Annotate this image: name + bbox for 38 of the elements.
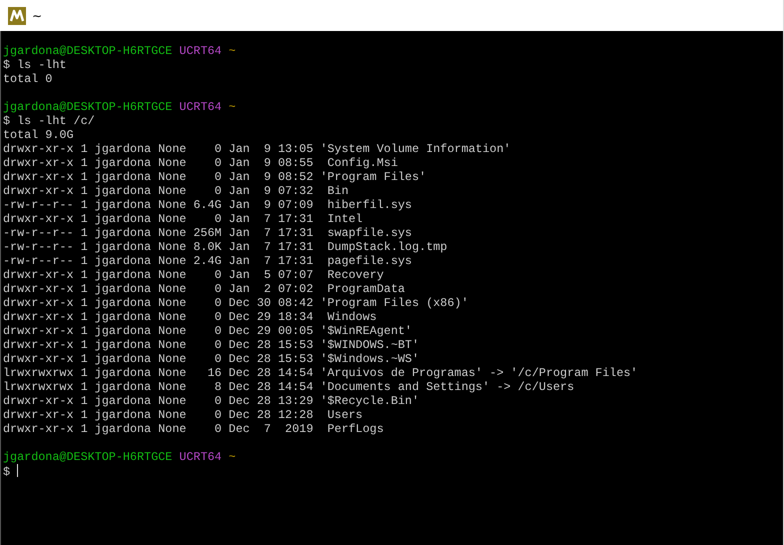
output-line: drwxr-xr-x 1 jgardona None 0 Dec 29 18:34 Windows [3, 310, 377, 324]
output-line: -rw-r--r-- 1 jgardona None 256M Jan 7 17:31 swapfile.sys [3, 226, 412, 240]
output-line: total 9.0G [3, 128, 74, 142]
prompt-directory: ~ [228, 100, 236, 114]
prompt-environment: UCRT64 [179, 44, 222, 58]
output-line: drwxr-xr-x 1 jgardona None 0 Dec 28 15:53 '$Windows.~WS' [3, 352, 420, 366]
output-line: drwxr-xr-x 1 jgardona None 0 Dec 28 13:29 '$Recycle.Bin' [3, 394, 420, 408]
output-line: -rw-r--r-- 1 jgardona None 6.4G Jan 9 07:09 hiberfil.sys [3, 198, 412, 212]
prompt-environment: UCRT64 [179, 100, 222, 114]
prompt-directory: ~ [228, 44, 236, 58]
prompt-environment: UCRT64 [179, 450, 222, 464]
output-line: total 0 [3, 72, 52, 86]
output-line: drwxr-xr-x 1 jgardona None 0 Jan 5 07:07 Recovery [3, 268, 384, 282]
output-line: drwxr-xr-x 1 jgardona None 0 Jan 7 17:31 Intel [3, 212, 363, 226]
output-line: drwxr-xr-x 1 jgardona None 0 Dec 28 15:53 '$WINDOWS.~BT' [3, 338, 420, 352]
output-line: -rw-r--r-- 1 jgardona None 2.4G Jan 7 17:31 pagefile.sys [3, 254, 412, 268]
command-line: $ ls -lht /c/ [3, 114, 95, 128]
prompt-directory: ~ [228, 450, 236, 464]
output-line: drwxr-xr-x 1 jgardona None 0 Dec 28 12:28 Users [3, 408, 363, 422]
output-line: drwxr-xr-x 1 jgardona None 0 Jan 9 07:32 Bin [3, 184, 349, 198]
output-line: drwxr-xr-x 1 jgardona None 0 Jan 9 08:52 'Program Files' [3, 170, 426, 184]
prompt-user-host: jgardona@DESKTOP-H6RTGCE [3, 100, 172, 114]
output-line: lrwxrwxrwx 1 jgardona None 8 Dec 28 14:54 'Documents and Settings' -> /c/Users [3, 380, 574, 394]
window-title: ~ [32, 8, 42, 22]
output-line: drwxr-xr-x 1 jgardona None 0 Dec 7 2019 PerfLogs [3, 422, 384, 436]
text-cursor [17, 464, 18, 477]
output-line: drwxr-xr-x 1 jgardona None 0 Dec 30 08:42 'Program Files (x86)' [3, 296, 468, 310]
output-line: drwxr-xr-x 1 jgardona None 0 Dec 29 00:05 '$WinREAgent' [3, 324, 412, 338]
output-line: drwxr-xr-x 1 jgardona None 0 Jan 9 13:05 'System Volume Information' [3, 142, 511, 156]
output-line: drwxr-xr-x 1 jgardona None 0 Jan 2 07:02 ProgramData [3, 282, 405, 296]
output-line: lrwxrwxrwx 1 jgardona None 16 Dec 28 14:54 'Arquivos de Programas' -> '/c/Program Files' [3, 366, 638, 380]
app-logo-icon [8, 6, 26, 24]
prompt-user-host: jgardona@DESKTOP-H6RTGCE [3, 44, 172, 58]
prompt-sign: $ [3, 465, 10, 479]
output-line: -rw-r--r-- 1 jgardona None 8.0K Jan 7 17:31 DumpStack.log.tmp [3, 240, 448, 254]
output-line: drwxr-xr-x 1 jgardona None 0 Jan 9 08:55 Config.Msi [3, 156, 398, 170]
command-line: $ ls -lht [3, 58, 66, 72]
prompt-user-host: jgardona@DESKTOP-H6RTGCE [3, 450, 172, 464]
